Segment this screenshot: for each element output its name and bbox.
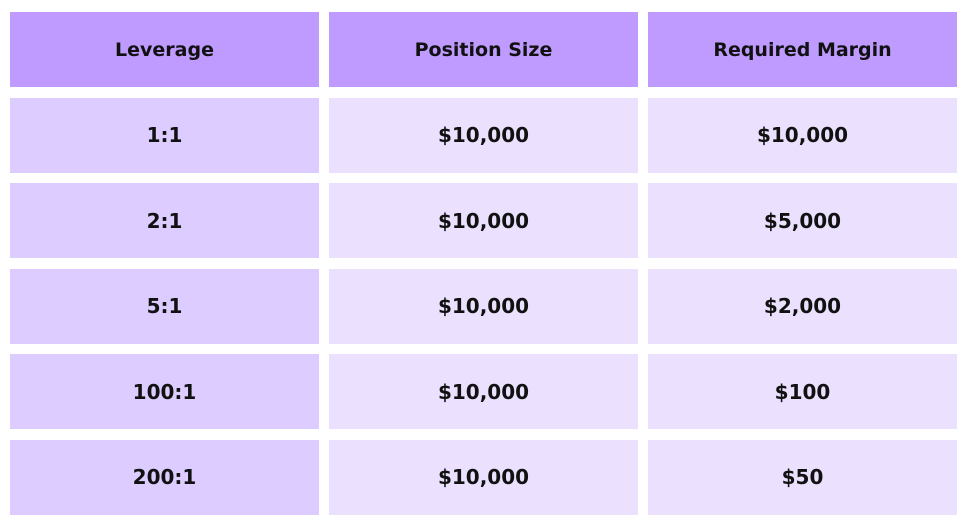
- header-leverage: Leverage: [10, 12, 319, 87]
- row-5-leverage: 200:1: [10, 439, 319, 515]
- row-2-leverage: 2:1: [10, 183, 319, 258]
- row-3-required-margin: $2,000: [648, 268, 957, 344]
- row-2-required-margin: $5,000: [648, 183, 957, 258]
- header-position-size: Position Size: [329, 12, 638, 87]
- row-4-leverage: 100:1: [10, 354, 319, 429]
- row-4-position-size: $10,000: [329, 354, 638, 429]
- row-3-position-size: $10,000: [329, 268, 638, 344]
- row-4-required-margin: $100: [648, 354, 957, 429]
- row-5-required-margin: $50: [648, 439, 957, 515]
- header-required-margin: Required Margin: [648, 12, 957, 87]
- leverage-table: Leverage Position Size Required Margin 1…: [10, 12, 957, 515]
- row-3-leverage: 5:1: [10, 268, 319, 344]
- row-1-position-size: $10,000: [329, 97, 638, 173]
- row-5-position-size: $10,000: [329, 439, 638, 515]
- row-1-required-margin: $10,000: [648, 97, 957, 173]
- row-1-leverage: 1:1: [10, 97, 319, 173]
- row-2-position-size: $10,000: [329, 183, 638, 258]
